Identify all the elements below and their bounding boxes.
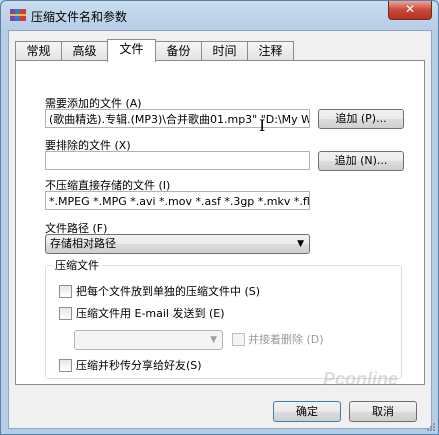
tab-backup[interactable]: 备份 xyxy=(155,41,202,60)
text-cursor-icon: I xyxy=(259,116,266,135)
close-icon: ✕ xyxy=(404,2,416,16)
email-send-label: 压缩文件用 E-mail 发送到 (E) xyxy=(76,307,225,320)
share-friends-checkbox[interactable] xyxy=(59,359,72,372)
email-recipient-select[interactable]: ▼ xyxy=(74,330,223,350)
compress-files-legend: 压缩文件 xyxy=(55,259,99,272)
email-send-checkbox[interactable] xyxy=(59,307,72,320)
dialog-window: 压缩文件名和参数 ✕ 常规 高级 文件 备份 时间 注释 需要添加的文件 (A)… xyxy=(0,0,439,435)
add-include-files-button[interactable]: 追加 (P)... xyxy=(318,109,404,129)
add-exclude-files-button[interactable]: 追加 (N)... xyxy=(318,151,404,171)
tab-comment[interactable]: 注释 xyxy=(247,41,294,60)
separate-archives-label: 把每个文件放到单独的压缩文件中 (S) xyxy=(76,285,261,298)
share-friends-label: 压缩并秒传分享给好友(S) xyxy=(76,359,202,372)
files-tab-panel: 需要添加的文件 (A) (歌曲精选).专辑.(MP3)\合并歌曲01.mp3" … xyxy=(15,60,425,385)
tab-time[interactable]: 时间 xyxy=(201,41,248,60)
window-title: 压缩文件名和参数 xyxy=(31,10,128,24)
separate-archives-checkbox[interactable] xyxy=(59,285,72,298)
title-bar[interactable]: 压缩文件名和参数 ✕ xyxy=(1,1,438,29)
chevron-down-icon: ▼ xyxy=(210,335,217,345)
files-to-add-input[interactable]: (歌曲精选).专辑.(MP3)\合并歌曲01.mp3" "D:\My Wa xyxy=(45,109,310,128)
file-path-selected: 存储相对路径 xyxy=(50,237,116,250)
winrar-app-icon xyxy=(10,9,26,21)
ok-button[interactable]: 确定 xyxy=(273,401,341,422)
watermark-text: Pconline xyxy=(323,369,399,389)
tab-files[interactable]: 文件 xyxy=(107,39,156,62)
delete-after-label: 并接着删除 (D) xyxy=(248,333,324,346)
resize-grip-icon[interactable] xyxy=(426,422,436,432)
close-button[interactable]: ✕ xyxy=(388,1,432,20)
cancel-button[interactable]: 取消 xyxy=(349,401,417,422)
files-to-exclude-input[interactable] xyxy=(45,151,310,170)
chevron-down-icon: ▼ xyxy=(297,239,304,249)
no-compress-input[interactable]: *.MPEG *.MPG *.avi *.mov *.asf *.3gp *.m… xyxy=(45,191,310,210)
tab-advanced[interactable]: 高级 xyxy=(61,41,108,60)
tab-general[interactable]: 常规 xyxy=(15,41,62,60)
delete-after-checkbox[interactable] xyxy=(232,333,245,346)
file-path-select[interactable]: 存储相对路径 ▼ xyxy=(45,234,310,254)
